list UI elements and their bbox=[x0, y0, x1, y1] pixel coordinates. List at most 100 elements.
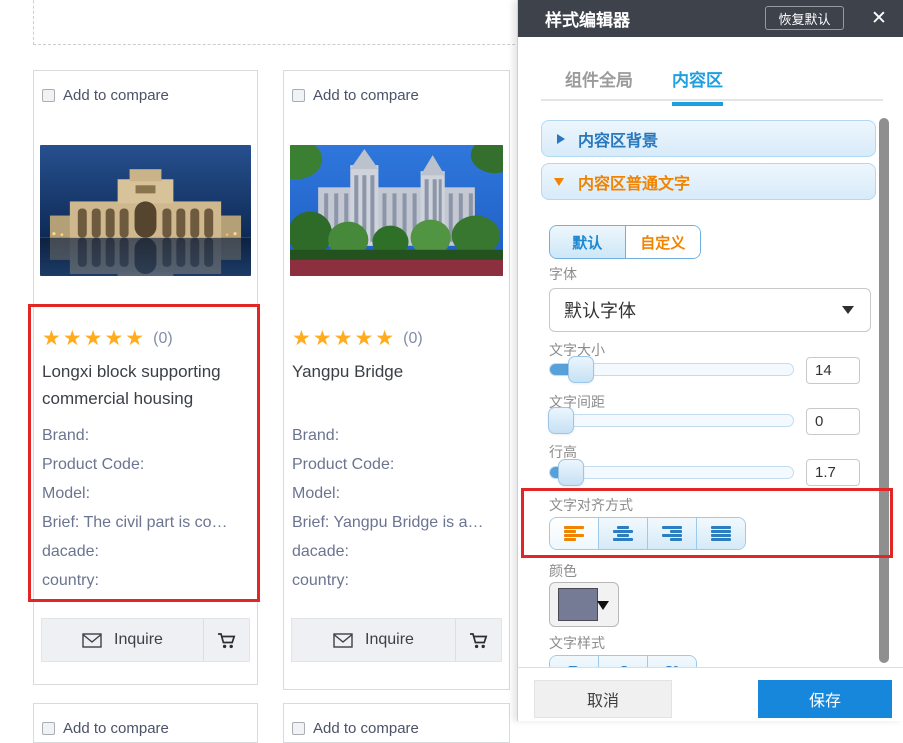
inquire-button[interactable]: Inquire bbox=[42, 619, 203, 661]
dropdown-caret-icon bbox=[842, 306, 854, 314]
expanded-arrow-icon bbox=[554, 178, 564, 186]
align-justify-icon bbox=[711, 526, 731, 541]
compare-checkbox[interactable] bbox=[292, 722, 305, 735]
field-dacade: dacade: bbox=[292, 537, 501, 566]
align-left-icon bbox=[564, 526, 584, 541]
product-card: Add to compare bbox=[283, 703, 510, 743]
slider-handle[interactable] bbox=[548, 407, 574, 434]
panel-footer: 取消 保存 bbox=[518, 667, 903, 721]
add-to-cart-button[interactable] bbox=[204, 619, 249, 661]
letter-spacing-input[interactable] bbox=[806, 408, 860, 435]
compare-checkbox[interactable] bbox=[42, 722, 55, 735]
building-day-photo bbox=[290, 145, 503, 276]
scrollbar-thumb[interactable] bbox=[879, 118, 889, 663]
rating-row: ★★★★★ (0) bbox=[42, 327, 249, 350]
field-country: country: bbox=[292, 566, 501, 595]
section-content-normal-text[interactable]: 内容区普通文字 bbox=[541, 163, 876, 200]
compare-label: Add to compare bbox=[63, 87, 169, 104]
compare-checkbox[interactable] bbox=[292, 89, 305, 102]
compare-label: Add to compare bbox=[313, 720, 419, 737]
envelope-icon bbox=[82, 633, 102, 648]
field-brief: Brief: Yangpu Bridge is a… bbox=[292, 508, 501, 537]
line-height-slider[interactable] bbox=[549, 466, 794, 479]
field-country: country: bbox=[42, 566, 249, 595]
building-night-photo bbox=[40, 145, 251, 276]
panel-tabs: 组件全局 内容区 bbox=[565, 66, 723, 106]
restore-default-button[interactable]: 恢复默认 bbox=[765, 6, 844, 30]
field-product-code: Product Code: bbox=[42, 450, 249, 479]
product-image[interactable] bbox=[40, 145, 251, 276]
compare-checkbox[interactable] bbox=[42, 89, 55, 102]
rating-row: ★★★★★ (0) bbox=[292, 327, 501, 350]
rating-count: (0) bbox=[153, 330, 173, 348]
alignment-label: 文字对齐方式 bbox=[549, 495, 633, 515]
align-center-button[interactable] bbox=[599, 518, 648, 549]
mode-default-button[interactable]: 默认 bbox=[550, 226, 626, 258]
product-fields: Brand: Product Code: Model: Brief: Yangp… bbox=[292, 421, 501, 595]
text-style-label: 文字样式 bbox=[549, 633, 605, 653]
field-model: Model: bbox=[42, 479, 249, 508]
cart-icon bbox=[217, 632, 236, 649]
alignment-group bbox=[549, 517, 746, 550]
dropdown-caret-icon bbox=[597, 601, 609, 610]
product-image[interactable] bbox=[290, 145, 503, 276]
mode-custom-button[interactable]: 自定义 bbox=[626, 226, 701, 258]
field-dacade: dacade: bbox=[42, 537, 249, 566]
font-size-slider[interactable] bbox=[549, 363, 794, 376]
inquire-label: Inquire bbox=[365, 631, 414, 649]
add-to-cart-button[interactable] bbox=[456, 619, 501, 661]
add-to-compare[interactable]: Add to compare bbox=[42, 719, 249, 737]
cancel-button[interactable]: 取消 bbox=[534, 680, 672, 718]
product-fields: Brand: Product Code: Model: Brief: The c… bbox=[42, 421, 249, 595]
close-icon[interactable]: ✕ bbox=[865, 4, 893, 32]
add-to-compare[interactable]: Add to compare bbox=[42, 86, 249, 104]
inquire-bar: Inquire bbox=[41, 618, 250, 662]
field-brand: Brand: bbox=[42, 421, 249, 450]
letter-spacing-slider[interactable] bbox=[549, 414, 794, 427]
inquire-label: Inquire bbox=[114, 631, 163, 649]
save-button[interactable]: 保存 bbox=[758, 680, 892, 718]
mode-toggle: 默认 自定义 bbox=[549, 225, 701, 259]
style-editor-panel: 样式编辑器 恢复默认 ✕ 组件全局 内容区 内容区背景 内容区普通文字 默认 自… bbox=[517, 0, 903, 721]
rating-count: (0) bbox=[403, 330, 423, 348]
field-product-code: Product Code: bbox=[292, 450, 501, 479]
font-label: 字体 bbox=[549, 264, 577, 284]
field-brand: Brand: bbox=[292, 421, 501, 450]
align-right-icon bbox=[662, 526, 682, 541]
compare-label: Add to compare bbox=[63, 720, 169, 737]
font-dropdown[interactable]: 默认字体 bbox=[549, 288, 871, 332]
compare-label: Add to compare bbox=[313, 87, 419, 104]
color-swatch bbox=[558, 588, 598, 621]
drop-placeholder bbox=[33, 0, 595, 45]
align-left-button[interactable] bbox=[550, 518, 599, 549]
field-model: Model: bbox=[292, 479, 501, 508]
collapsed-arrow-icon bbox=[557, 134, 565, 144]
font-dropdown-value: 默认字体 bbox=[564, 297, 636, 323]
envelope-icon bbox=[333, 633, 353, 648]
tab-content-area[interactable]: 内容区 bbox=[672, 66, 723, 106]
add-to-compare[interactable]: Add to compare bbox=[292, 719, 501, 737]
inquire-bar: Inquire bbox=[291, 618, 502, 662]
color-label: 颜色 bbox=[549, 561, 577, 581]
align-justify-button[interactable] bbox=[697, 518, 745, 549]
slider-handle[interactable] bbox=[568, 356, 594, 383]
panel-title: 样式编辑器 bbox=[545, 6, 630, 31]
field-brief: Brief: The civil part is co… bbox=[42, 508, 249, 537]
align-right-button[interactable] bbox=[648, 518, 697, 549]
slider-handle[interactable] bbox=[558, 459, 584, 486]
product-title[interactable]: Longxi block supporting commercial housi… bbox=[42, 358, 249, 412]
product-title[interactable]: Yangpu Bridge bbox=[292, 358, 501, 412]
product-card: Add to compare bbox=[33, 703, 258, 743]
product-card: Add to compare bbox=[283, 70, 510, 690]
section-label: 内容区普通文字 bbox=[578, 170, 690, 194]
star-rating: ★★★★★ bbox=[42, 328, 146, 349]
add-to-compare[interactable]: Add to compare bbox=[292, 86, 501, 104]
color-picker-button[interactable] bbox=[549, 582, 619, 627]
cart-icon bbox=[469, 632, 488, 649]
font-size-input[interactable] bbox=[806, 357, 860, 384]
line-height-input[interactable] bbox=[806, 459, 860, 486]
inquire-button[interactable]: Inquire bbox=[292, 619, 455, 661]
section-content-background[interactable]: 内容区背景 bbox=[541, 120, 876, 157]
align-center-icon bbox=[613, 526, 633, 541]
tab-component-global[interactable]: 组件全局 bbox=[565, 66, 633, 106]
